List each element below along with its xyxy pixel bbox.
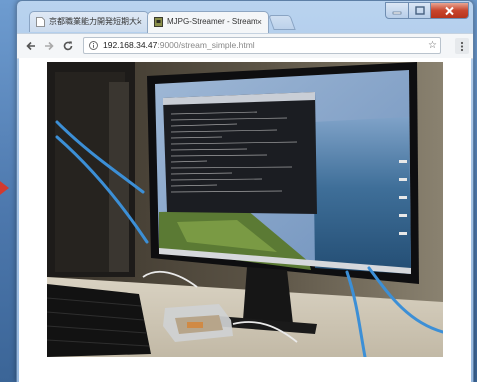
reload-icon (63, 41, 73, 51)
star-icon[interactable]: ☆ (428, 38, 437, 53)
tab-label: MJPG-Streamer - Stream (167, 17, 257, 26)
browser-toolbar: 192.168.34.47:9000/stream_simple.html ☆ (17, 33, 473, 59)
address-bar[interactable]: 192.168.34.47:9000/stream_simple.html ☆ (83, 37, 441, 54)
maximize-button[interactable] (409, 2, 431, 19)
tab-close-icon[interactable]: × (137, 12, 142, 32)
back-arrow-icon (26, 41, 35, 51)
close-icon (445, 6, 454, 15)
window-controls (385, 2, 469, 19)
minimize-button[interactable] (385, 2, 409, 19)
webcam-photo (47, 62, 443, 357)
new-tab-button[interactable] (268, 15, 296, 30)
menu-dots-icon (460, 41, 464, 51)
maximize-icon (414, 6, 425, 15)
page-info-icon[interactable] (89, 41, 98, 50)
tab-mjpg-streamer[interactable]: MJPG-Streamer - Stream × (147, 11, 269, 33)
forward-button[interactable] (41, 38, 57, 54)
back-button[interactable] (23, 38, 39, 54)
page-viewport[interactable] (19, 58, 471, 382)
stream-image (47, 62, 443, 357)
side-arrow-marker (0, 178, 9, 198)
forward-arrow-icon (45, 41, 54, 51)
reload-button[interactable] (60, 38, 76, 54)
title-bar[interactable]: 京都職業能力開発短期大学校 × MJPG-Streamer - Stream × (17, 1, 473, 33)
document-icon (36, 17, 45, 27)
tab-kyoto-polytechnic[interactable]: 京都職業能力開発短期大学校 × (29, 11, 149, 32)
desktop: 京都職業能力開発短期大学校 × MJPG-Streamer - Stream × (0, 0, 477, 382)
minimize-icon (392, 11, 402, 14)
url-path: :9000/stream_simple.html (157, 40, 255, 50)
close-button[interactable] (431, 2, 469, 19)
browser-window: 京都職業能力開発短期大学校 × MJPG-Streamer - Stream × (16, 0, 474, 382)
tab-close-icon[interactable]: × (257, 12, 262, 32)
tab-label: 京都職業能力開発短期大学校 (49, 17, 139, 26)
url-host: 192.168.34.47 (103, 40, 158, 50)
mjpg-favicon-icon (154, 17, 163, 27)
menu-button[interactable] (455, 38, 469, 54)
